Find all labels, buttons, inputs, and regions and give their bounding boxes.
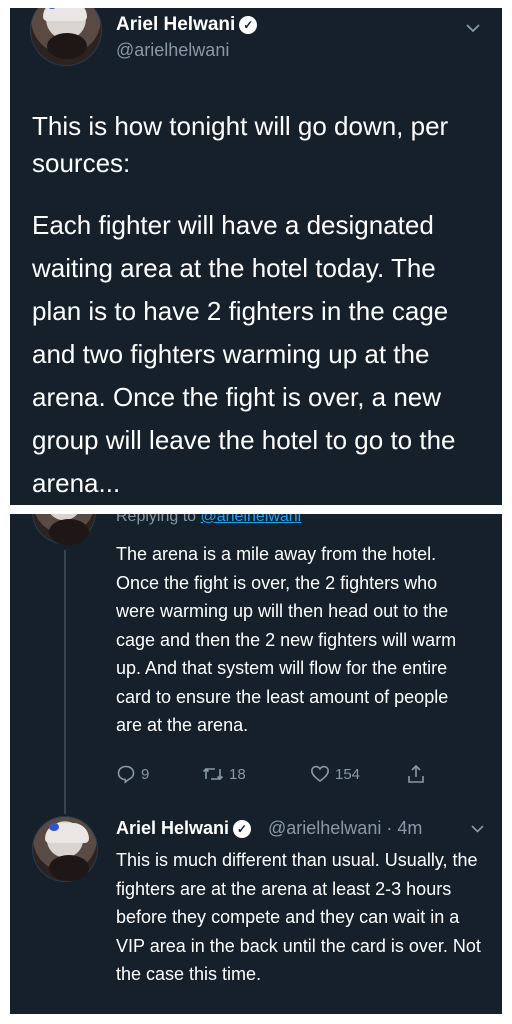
share-button[interactable]: [406, 764, 426, 784]
tweet-intro-text: This is how tonight will go down, per so…: [32, 111, 449, 178]
like-button[interactable]: 154: [310, 764, 360, 784]
avatar[interactable]: [30, 8, 102, 66]
author-handle[interactable]: @arielhelwani: [116, 40, 229, 61]
retweet-button[interactable]: 18: [202, 764, 246, 784]
avatar[interactable]: [32, 514, 96, 545]
heart-icon: [310, 765, 330, 783]
replying-to: Replying to @arielhelwani: [116, 514, 301, 526]
thread-line: [64, 550, 66, 814]
reply-icon: [117, 765, 135, 784]
author-name-text: Ariel Helwani: [116, 818, 230, 838]
tweet-actions: 9 18 154: [116, 764, 446, 788]
author-name-text: Ariel Helwani: [116, 14, 236, 35]
tweet-main: Ariel Helwani ✓ @arielhelwani This is how…: [10, 8, 502, 505]
reply-button[interactable]: 9: [116, 764, 149, 784]
chevron-down-icon[interactable]: [466, 20, 480, 38]
replying-to-link[interactable]: @arielhelwani: [201, 514, 302, 525]
author-name[interactable]: Ariel Helwani ✓: [116, 14, 258, 36]
reply-count: 9: [141, 765, 150, 783]
like-count: 154: [335, 765, 361, 783]
retweet-icon: [202, 767, 224, 781]
tweet-body-text: Each fighter will have a designated wait…: [32, 210, 456, 498]
author-name[interactable]: Ariel Helwani ✓: [116, 818, 252, 839]
retweet-count: 18: [229, 765, 246, 783]
author-handle-timestamp[interactable]: @arielhelwani · 4m: [268, 818, 422, 839]
avatar[interactable]: [32, 816, 98, 882]
tweet-thread: Replying to @arielhelwani The arena is a…: [10, 514, 502, 1014]
tweet-body-text: The arena is a mile away from the hotel.…: [116, 544, 457, 735]
verified-badge-icon: ✓: [233, 820, 252, 838]
share-icon: [408, 764, 424, 783]
tweet-body-text: This is much different than usual. Usual…: [116, 850, 481, 984]
verified-badge-icon: ✓: [239, 16, 258, 34]
chevron-down-icon[interactable]: [471, 820, 484, 836]
replying-to-label: Replying to: [116, 514, 197, 525]
